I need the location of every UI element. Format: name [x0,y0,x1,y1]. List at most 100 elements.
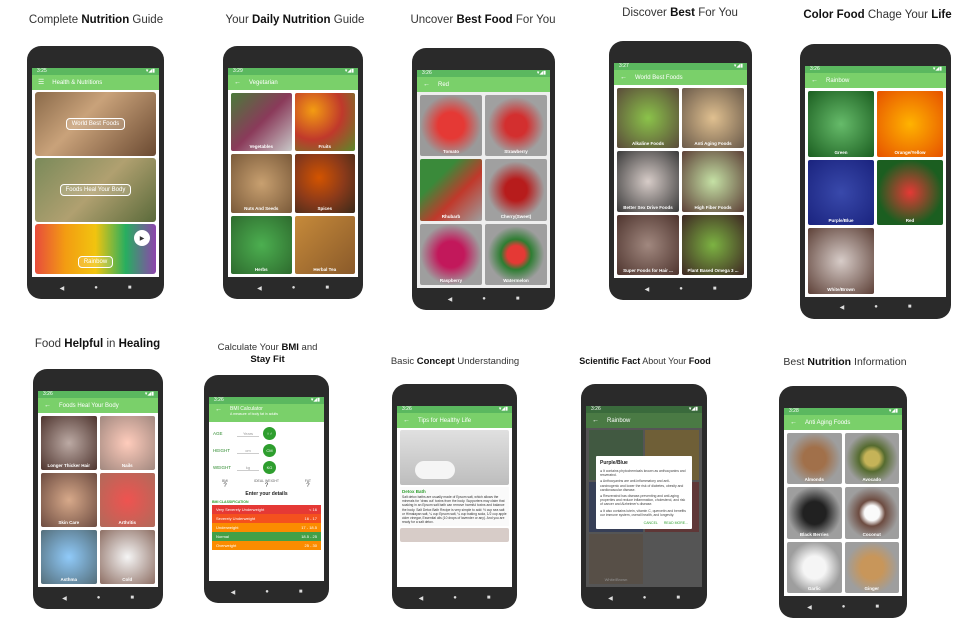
home-icon[interactable]: ● [94,285,98,291]
tile-black-berries[interactable]: Black Berries [787,487,842,539]
nav-bar: ◀ ● ■ [204,587,329,597]
recents-icon[interactable]: ■ [516,296,520,302]
back-icon[interactable]: ◀ [608,595,613,602]
back-icon[interactable]: ◀ [645,286,650,293]
tile-better-sex-drive[interactable]: Better Sex Drive Foods [617,151,679,212]
recents-icon[interactable]: ■ [325,285,329,291]
tile-high-fiber[interactable]: High Fiber Foods [682,151,744,212]
tile-purple-blue[interactable]: Purple/Blue [808,159,874,226]
recents-icon[interactable]: ■ [875,604,879,610]
back-icon[interactable]: ◀ [257,285,262,292]
tile-arthritis[interactable]: Arthritis [99,473,155,527]
back-icon[interactable]: ◀ [60,285,65,292]
tile-garlic[interactable]: Garlic [787,541,842,593]
nav-bar: ◀ ● ■ [609,284,752,294]
home-icon[interactable]: ● [453,595,457,601]
gender-toggle[interactable]: ♀♂ [263,427,276,440]
tile-alkaline-foods[interactable]: Alkaline Foods [617,88,679,149]
home-icon[interactable]: ● [265,589,269,595]
tile-white-brown[interactable]: White/Brown [808,228,874,294]
app-title: Rainbow [826,77,850,84]
tile-super-foods-hair[interactable]: Super Foods for Hair ... [617,214,679,275]
home-icon[interactable]: ● [679,286,683,292]
recents-icon[interactable]: ■ [128,285,132,291]
tile-plant-omega[interactable]: Plant Based Omega 3 ... [682,214,744,275]
banner-foods-heal[interactable]: Foods Heal Your Body [35,158,156,222]
tile-anti-aging[interactable]: Anti Aging Foods [682,88,744,149]
recents-icon[interactable]: ■ [676,595,680,601]
back-arrow-icon[interactable]: ← [592,417,599,424]
recents-icon[interactable]: ■ [908,304,912,310]
banner-world-best-foods[interactable]: World Best Foods [35,92,156,156]
back-icon[interactable]: ◀ [231,589,236,596]
kg-toggle[interactable]: KG [263,461,276,474]
back-arrow-icon[interactable]: ← [811,77,818,84]
tile-rhubarb[interactable]: Rhubarb [420,159,482,221]
tile-skin-care[interactable]: Skin Care [41,473,97,527]
back-arrow-icon[interactable]: ← [234,79,241,86]
app-title: World Best Foods [635,74,683,81]
cm-toggle[interactable]: CM [263,444,276,457]
app-title: Rainbow [607,417,631,424]
home-icon[interactable]: ● [482,296,486,302]
back-arrow-icon[interactable]: ← [215,406,222,413]
tile-asthma[interactable]: Asthma [41,530,97,584]
back-arrow-icon[interactable]: ← [44,402,51,409]
recents-icon[interactable]: ■ [299,589,303,595]
app-title: Red [438,81,450,88]
bmi-class-name: Underweight [216,525,239,530]
recents-icon[interactable]: ■ [130,595,134,601]
tile-nails[interactable]: Nails [99,416,155,470]
home-icon[interactable]: ● [643,595,647,601]
app-bar: ← Vegetarian [228,75,358,90]
back-arrow-icon[interactable]: ← [620,74,627,81]
menu-icon[interactable]: ☰ [38,79,44,86]
recents-icon[interactable]: ■ [713,286,717,292]
home-icon[interactable]: ● [292,285,296,291]
tile-raspberry[interactable]: Raspberry [420,223,482,285]
tile-tomato[interactable]: Tomato [420,95,482,157]
back-arrow-icon[interactable]: ← [790,419,797,426]
height-input[interactable]: cm [237,448,259,454]
app-subtitle: A measure of body fat in adults [230,412,279,416]
screen: 3:26 ▾◢▮ ← Red Tomato Strawberry Rhubarb C… [417,70,550,288]
tile-herbs[interactable]: Herbs [231,215,292,274]
tile-almonds[interactable]: Almonds [787,433,842,485]
tile-vegetables[interactable]: Vegetables [231,93,292,152]
tile-orange-yellow[interactable]: Orange/Yellow [877,91,943,157]
tile-fruits[interactable]: Fruits [294,93,355,152]
banner-rainbow[interactable]: Rainbow ▶ [35,224,156,274]
back-icon[interactable]: ◀ [840,304,845,311]
play-icon[interactable]: ▶ [134,230,150,246]
back-icon[interactable]: ◀ [807,604,812,611]
tile-cold[interactable]: Cold [99,530,155,584]
weight-input[interactable]: kg [237,465,259,471]
back-icon[interactable]: ◀ [419,595,424,602]
app-title: Vegetarian [249,79,278,86]
tile-avocado[interactable]: Avocado [844,433,899,485]
tile-strawberry[interactable]: Strawberry [485,95,547,157]
tile-cherry[interactable]: Cherry(Sweet) [485,159,547,221]
tile-red[interactable]: Red [877,159,943,226]
tile-herbal-tea[interactable]: Herbal Tea [294,215,355,274]
tile-ginger[interactable]: Ginger [844,541,899,593]
back-icon[interactable]: ◀ [448,296,453,303]
back-arrow-icon[interactable]: ← [403,417,410,424]
home-icon[interactable]: ● [874,304,878,310]
screen: 3:28 ▾◢▮ ← Anti Aging Foods Almonds Avocad… [784,408,902,596]
back-icon[interactable]: ◀ [62,595,67,602]
home-icon[interactable]: ● [842,604,846,610]
tile-spices[interactable]: Spices [294,154,355,213]
read-more-button[interactable]: READ MORE... [664,521,688,525]
recents-icon[interactable]: ■ [487,595,491,601]
caption-8: Basic Concept Understanding [390,356,520,367]
cancel-button[interactable]: CANCEL [644,521,658,525]
tile-green[interactable]: Green [808,91,874,157]
tile-hair[interactable]: Longer Thicker Hair [41,416,97,470]
age-input[interactable]: Years [237,431,259,437]
tile-watermelon[interactable]: Watermelon [485,223,547,285]
tile-nuts-seeds[interactable]: Nuts And Seeds [231,154,292,213]
back-arrow-icon[interactable]: ← [423,81,430,88]
home-icon[interactable]: ● [97,595,101,601]
tile-coconut[interactable]: Coconut [844,487,899,539]
